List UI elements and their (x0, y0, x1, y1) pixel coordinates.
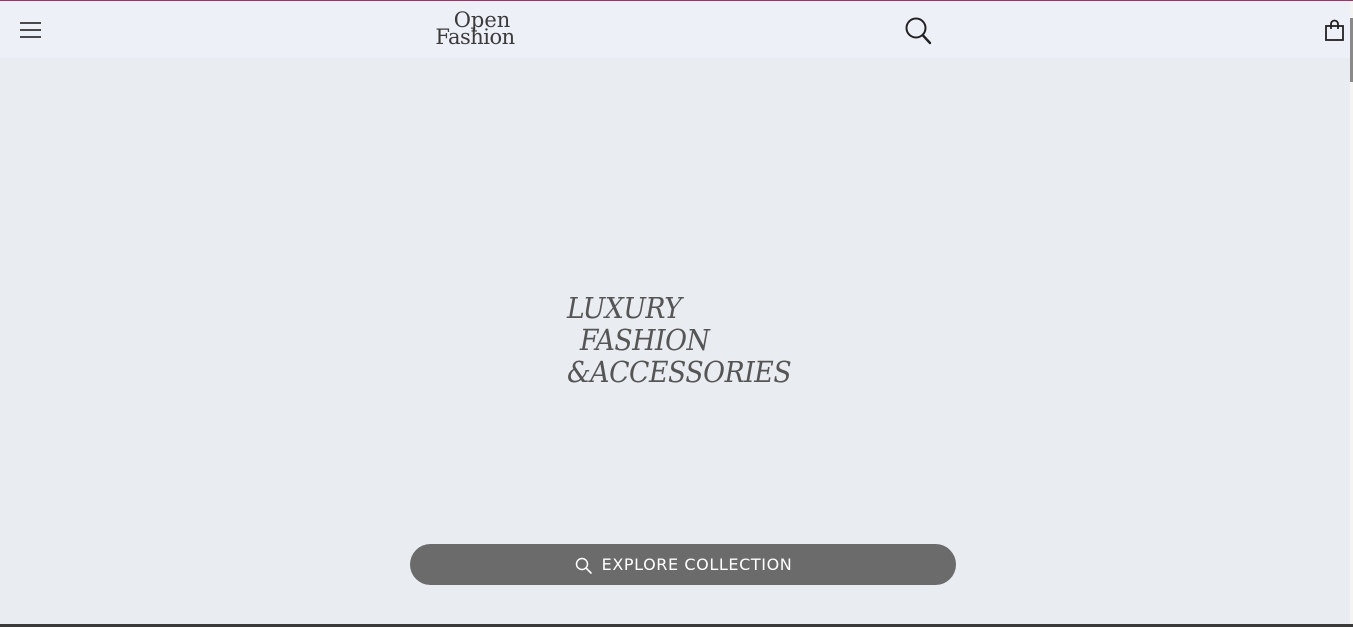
shopping-bag-icon (1325, 19, 1344, 41)
explore-collection-label: EXPLORE COLLECTION (601, 555, 793, 574)
brand-logo[interactable]: Open Fashion (432, 10, 518, 52)
menu-button[interactable] (18, 18, 44, 42)
hamburger-menu-icon (20, 22, 41, 38)
logo-line-2: Fashion (435, 25, 515, 49)
hero-title: LUXURY FASHION &ACCESSORIES (567, 292, 806, 388)
search-icon (575, 557, 592, 574)
site-header: Open Fashion (0, 1, 1350, 58)
search-icon (905, 17, 932, 45)
hero-title-line-3: &ACCESSORIES (567, 355, 792, 389)
hero-title-line-1: LUXURY (567, 291, 682, 325)
explore-collection-button[interactable]: EXPLORE COLLECTION (410, 544, 956, 585)
search-button[interactable] (903, 15, 933, 47)
hero-title-line-2: FASHION (579, 323, 710, 357)
shopping-bag-button[interactable] (1324, 19, 1346, 43)
